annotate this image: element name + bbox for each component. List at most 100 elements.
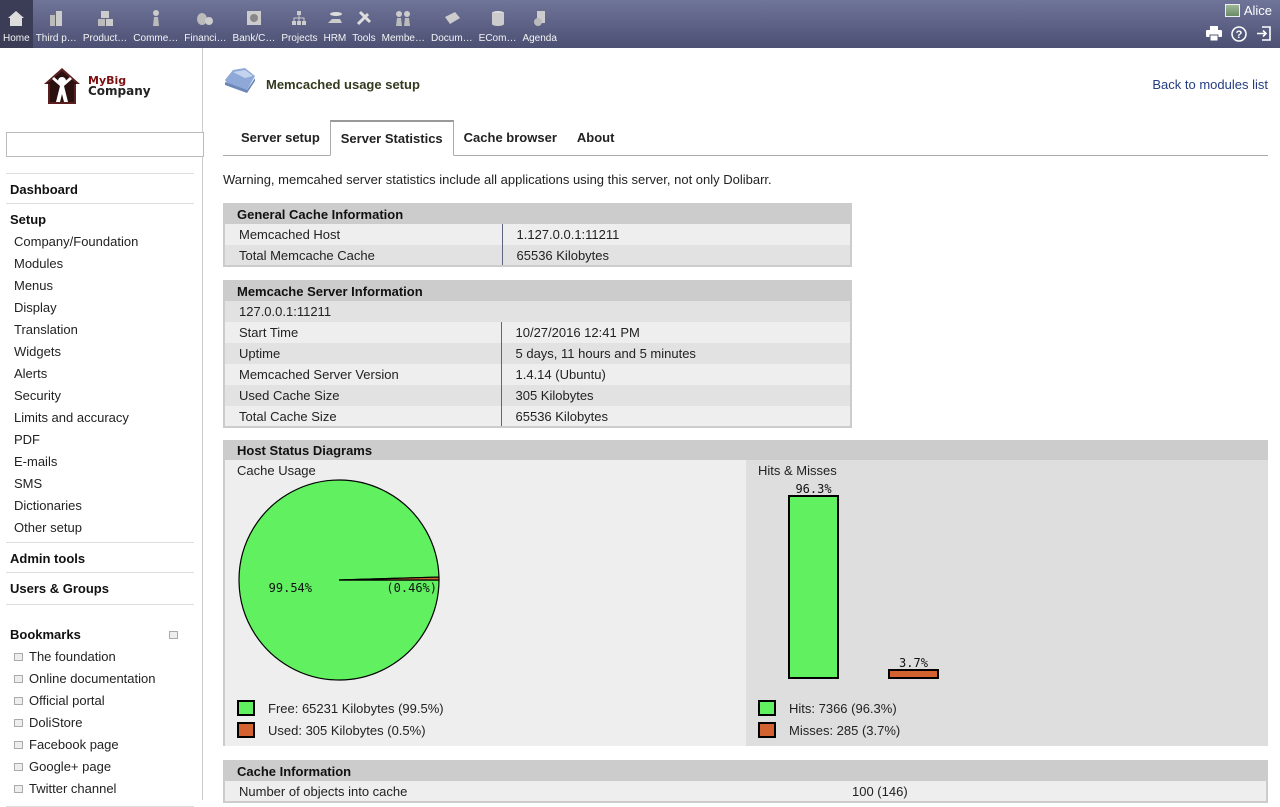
topnav-item-5[interactable]: Bank/C… bbox=[230, 0, 279, 48]
top-actions: ? bbox=[1205, 25, 1272, 42]
bookmark-item[interactable]: Twitter channel bbox=[6, 778, 194, 800]
back-to-modules-link[interactable]: Back to modules list bbox=[1152, 77, 1268, 92]
row-label: Memcached Server Version bbox=[224, 364, 502, 385]
topnav-label: Third p… bbox=[35, 33, 77, 44]
topnav-label: Docum… bbox=[430, 33, 473, 44]
topnav-item-4[interactable]: Financi… bbox=[181, 0, 229, 48]
bookmark-label: Facebook page bbox=[29, 737, 119, 752]
bookmark-label: Official portal bbox=[29, 693, 105, 708]
page-title: Memcached usage setup bbox=[266, 77, 420, 92]
bookmarks-header: Bookmarks bbox=[6, 605, 194, 646]
setup-menu-item[interactable]: Modules bbox=[6, 253, 194, 275]
logo-line2: Company bbox=[88, 84, 151, 98]
top-menu-bar: Home Third p… Product… Comme… Financi… Bank/C… bbox=[0, 0, 1280, 48]
topnav-item-2[interactable]: Product… bbox=[80, 0, 130, 48]
setup-menu-item[interactable]: SMS bbox=[6, 473, 194, 495]
topnav-item-10[interactable]: Docum… bbox=[428, 0, 476, 48]
setup-menu-item[interactable]: Company/Foundation bbox=[6, 231, 194, 253]
bookmark-icon bbox=[14, 740, 23, 749]
tab-server-setup[interactable]: Server setup bbox=[231, 120, 330, 156]
row-value: 1.127.0.0.1:11211 bbox=[516, 227, 620, 242]
topnav-item-7[interactable]: HRM bbox=[320, 0, 349, 48]
bookmark-icon bbox=[14, 652, 23, 661]
table-row: Memcached Server Version 1.4.14 (Ubuntu) bbox=[224, 364, 851, 385]
legend-item-free: Free: 65231 Kilobytes (99.5%) bbox=[237, 700, 444, 716]
setup-menu-item[interactable]: E-mails bbox=[6, 451, 194, 473]
bookmark-label: Online documentation bbox=[29, 671, 156, 686]
legend-swatch-hits bbox=[758, 700, 776, 716]
topnav-item-0[interactable]: Home bbox=[0, 0, 33, 48]
user-info[interactable]: Alice bbox=[1224, 3, 1272, 18]
bookmark-item[interactable]: The foundation bbox=[6, 646, 194, 668]
setup-menu-item[interactable]: Security bbox=[6, 385, 194, 407]
bookmark-item[interactable]: Facebook page bbox=[6, 734, 194, 756]
bookmark-item[interactable]: Official portal bbox=[6, 690, 194, 712]
menu-users-groups[interactable]: Users & Groups bbox=[6, 573, 194, 602]
tab-bar: Server setup Server Statistics Cache brows… bbox=[223, 120, 1268, 156]
menu-setup[interactable]: Setup bbox=[6, 204, 194, 231]
tab-server-statistics[interactable]: Server Statistics bbox=[329, 120, 454, 156]
building-icon bbox=[45, 7, 67, 29]
table-row: Start Time 10/27/2016 12:41 PM bbox=[224, 322, 851, 343]
bookmark-label: Twitter channel bbox=[29, 781, 117, 796]
topnav-item-6[interactable]: Projects bbox=[278, 0, 320, 48]
setup-menu-item[interactable]: Translation bbox=[6, 319, 194, 341]
bookmarks-add-icon[interactable] bbox=[169, 630, 178, 639]
user-name[interactable]: Alice bbox=[1244, 3, 1272, 18]
bar-misses bbox=[888, 669, 939, 679]
top-navigation: Home Third p… Product… Comme… Financi… Bank/C… bbox=[0, 0, 560, 48]
topnav-item-1[interactable]: Third p… bbox=[33, 0, 80, 48]
setup-menu-item[interactable]: PDF bbox=[6, 429, 194, 451]
table-row: Total Cache Size 65536 Kilobytes bbox=[224, 406, 851, 427]
topnav-item-3[interactable]: Comme… bbox=[130, 0, 181, 48]
bookmark-item[interactable]: Online documentation bbox=[6, 668, 194, 690]
search-input[interactable] bbox=[6, 132, 204, 157]
row-label: Number of objects into cache bbox=[239, 783, 408, 799]
row-label: Total Cache Size bbox=[224, 406, 502, 427]
row-value: 100 (146) bbox=[852, 783, 908, 799]
bookmark-icon bbox=[14, 674, 23, 683]
bar-label-hits: 96.3% bbox=[795, 482, 832, 496]
module-folder-icon bbox=[225, 68, 255, 93]
logout-icon[interactable] bbox=[1255, 25, 1272, 42]
bookmarks-title: Bookmarks bbox=[10, 627, 81, 642]
tab-about[interactable]: About bbox=[567, 120, 625, 156]
setup-menu-item[interactable]: Limits and accuracy bbox=[6, 407, 194, 429]
setup-menu-item[interactable]: Dictionaries bbox=[6, 495, 194, 517]
cache-usage-pane: Cache Usage 99.54% (0.46%) Free: 65231 Ki… bbox=[225, 460, 746, 746]
menu-dashboard[interactable]: Dashboard bbox=[6, 174, 194, 203]
topnav-label: Agenda bbox=[522, 33, 557, 44]
row-label: Start Time bbox=[224, 322, 502, 343]
topnav-label: ECom… bbox=[478, 33, 517, 44]
setup-menu-item[interactable]: Other setup bbox=[6, 517, 194, 539]
bookmark-label: The foundation bbox=[29, 649, 116, 664]
safe-icon bbox=[243, 7, 265, 29]
setup-menu-item[interactable]: Display bbox=[6, 297, 194, 319]
boxes-icon bbox=[94, 7, 116, 29]
agenda-icon bbox=[529, 7, 551, 29]
legend-item-misses: Misses: 285 (3.7%) bbox=[758, 722, 900, 738]
bookmark-item[interactable]: DoliStore bbox=[6, 712, 194, 734]
topnav-item-8[interactable]: Tools bbox=[349, 0, 378, 48]
table-title: General Cache Information bbox=[224, 204, 851, 224]
topnav-label: Tools bbox=[352, 33, 376, 44]
company-logo[interactable]: MyBig Company bbox=[42, 66, 151, 106]
setup-menu-item[interactable]: Menus bbox=[6, 275, 194, 297]
bookmark-item[interactable]: Google+ page bbox=[6, 756, 194, 778]
topnav-item-11[interactable]: ECom… bbox=[476, 0, 520, 48]
help-icon[interactable]: ? bbox=[1230, 25, 1247, 42]
row-value: 10/27/2016 12:41 PM bbox=[515, 325, 640, 340]
left-menu: Dashboard Setup Company/Foundation Module… bbox=[6, 173, 194, 807]
print-icon[interactable] bbox=[1205, 25, 1222, 42]
topnav-item-12[interactable]: Agenda bbox=[519, 0, 559, 48]
topnav-label: Membe… bbox=[381, 33, 425, 44]
setup-menu-item[interactable]: Alerts bbox=[6, 363, 194, 385]
tab-cache-browser[interactable]: Cache browser bbox=[454, 120, 567, 156]
folder-icon bbox=[441, 7, 463, 29]
menu-admin-tools[interactable]: Admin tools bbox=[6, 543, 194, 572]
setup-menu-item[interactable]: Widgets bbox=[6, 341, 194, 363]
row-label: Total Memcache Cache bbox=[224, 245, 503, 266]
server-info-table: Memcache Server Information 127.0.0.1:11… bbox=[223, 280, 852, 428]
topnav-item-9[interactable]: Membe… bbox=[379, 0, 428, 48]
row-value: 65536 Kilobytes bbox=[502, 245, 851, 266]
